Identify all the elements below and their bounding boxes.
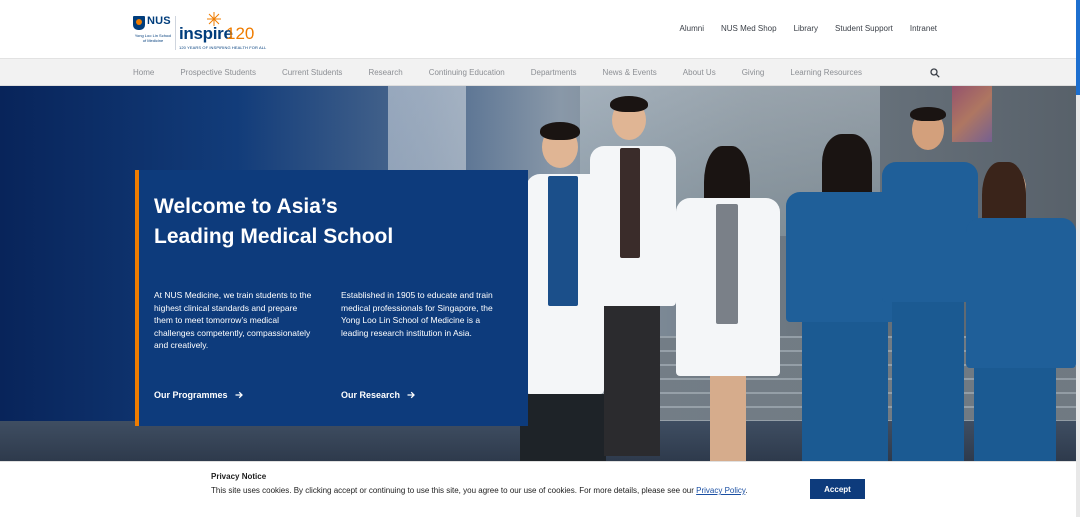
nav-item-news-events[interactable]: News & Events [603, 68, 657, 77]
nav-item-continuing-education[interactable]: Continuing Education [429, 68, 505, 77]
privacy-notice-text: This site uses cookies. By clicking acce… [211, 486, 748, 495]
welcome-heading-line-2: Leading Medical School [154, 225, 394, 248]
nav-item-research[interactable]: Research [368, 68, 402, 77]
our-research-label: Our Research [341, 390, 401, 400]
inspire-logo-tagline: 120 YEARS OF INSPIRING HEALTH FOR ALL [179, 45, 267, 50]
nus-crest-icon [133, 16, 145, 30]
privacy-notice-end: . [745, 486, 748, 495]
utility-nav: Alumni NUS Med Shop Library Student Supp… [680, 24, 937, 33]
hero-photo-student-3 [672, 146, 782, 461]
accept-cookies-button[interactable]: Accept [810, 479, 865, 499]
welcome-heading: Welcome to Asia’s Leading Medical School [154, 192, 494, 252]
main-nav: Home Prospective Students Current Studen… [0, 58, 1076, 86]
nav-item-prospective-students[interactable]: Prospective Students [180, 68, 256, 77]
nav-item-current-students[interactable]: Current Students [282, 68, 342, 77]
welcome-history-text: Established in 1905 to educate and train… [341, 290, 493, 338]
inspire-logo-number: 120 [226, 24, 255, 43]
privacy-notice-title: Privacy Notice [211, 472, 267, 481]
utility-link-intranet[interactable]: Intranet [910, 24, 937, 33]
arrow-right-icon [407, 391, 415, 399]
inspire120-logo[interactable]: inspire 120 120 YEARS OF INSPIRING HEALT… [179, 12, 269, 52]
privacy-policy-link[interactable]: Privacy Policy [696, 486, 745, 495]
our-programmes-label: Our Programmes [154, 390, 228, 400]
utility-link-alumni[interactable]: Alumni [680, 24, 704, 33]
welcome-heading-line-1: Welcome to Asia’s [154, 195, 338, 218]
hero-photo-student-6 [962, 162, 1076, 461]
welcome-intro-text: At NUS Medicine, we train students to th… [154, 290, 312, 350]
site-header: NUS Yong Loo Lin School of Medicine insp… [0, 0, 1076, 58]
utility-link-student-support[interactable]: Student Support [835, 24, 893, 33]
our-programmes-link[interactable]: Our Programmes [154, 390, 243, 400]
utility-link-med-shop[interactable]: NUS Med Shop [721, 24, 777, 33]
nus-logo-subtitle: Yong Loo Lin School of Medicine [134, 33, 172, 43]
nav-item-about-us[interactable]: About Us [683, 68, 716, 77]
nav-item-home[interactable]: Home [133, 68, 154, 77]
privacy-notice-banner: Privacy Notice This site uses cookies. B… [0, 461, 1076, 517]
page-scrollbar[interactable] [1076, 0, 1080, 517]
nav-item-giving[interactable]: Giving [742, 68, 765, 77]
welcome-card: Welcome to Asia’s Leading Medical School… [135, 170, 528, 426]
nav-item-learning-resources[interactable]: Learning Resources [790, 68, 862, 77]
search-icon[interactable] [930, 68, 940, 78]
scrollbar-thumb[interactable] [1076, 0, 1080, 95]
nus-logo-text: NUS [147, 15, 171, 27]
our-research-link[interactable]: Our Research [341, 390, 415, 400]
nus-medicine-logo[interactable]: NUS Yong Loo Lin School of Medicine [133, 15, 173, 53]
privacy-notice-body: This site uses cookies. By clicking acce… [211, 486, 697, 495]
utility-link-library[interactable]: Library [794, 24, 818, 33]
arrow-right-icon [235, 391, 243, 399]
inspire-logo-text: inspire [179, 24, 233, 43]
hero-photo-student-2 [582, 96, 682, 461]
logo-divider [175, 16, 176, 50]
nav-item-departments[interactable]: Departments [531, 68, 577, 77]
